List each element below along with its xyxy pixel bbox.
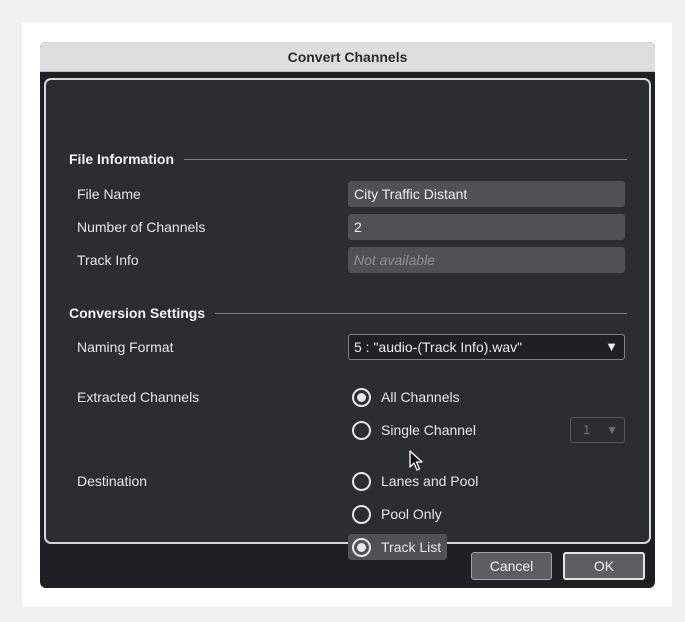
radio-unselected-icon bbox=[352, 471, 371, 491]
file-information-heading: File Information bbox=[69, 151, 174, 167]
file-information-section: File Information bbox=[69, 149, 627, 169]
single-channel-label: Single Channel bbox=[381, 422, 476, 438]
number-of-channels-label: Number of Channels bbox=[77, 219, 206, 235]
pool-only-radio[interactable]: Pool Only bbox=[348, 501, 448, 527]
cancel-button[interactable]: Cancel bbox=[471, 552, 552, 580]
track-list-radio[interactable]: Track List bbox=[348, 534, 448, 560]
conversion-settings-heading: Conversion Settings bbox=[69, 305, 206, 321]
file-name-field[interactable]: City Traffic Distant bbox=[348, 181, 625, 207]
settings-panel: File Information File Name City Traffic … bbox=[44, 78, 651, 560]
radio-selected-icon bbox=[352, 387, 371, 407]
all-channels-label: All Channels bbox=[381, 389, 460, 405]
track-list-label: Track List bbox=[381, 539, 442, 555]
section-divider bbox=[215, 312, 627, 314]
ok-button[interactable]: OK bbox=[563, 552, 645, 580]
naming-format-label: Naming Format bbox=[77, 339, 174, 355]
track-info-label: Track Info bbox=[77, 252, 139, 268]
convert-channels-dialog: Convert Channels File Information File N… bbox=[40, 42, 655, 588]
section-divider bbox=[184, 158, 627, 160]
track-info-field: Not available bbox=[348, 247, 625, 273]
destination-label: Destination bbox=[77, 473, 148, 489]
single-channel-value: 1 bbox=[583, 422, 591, 437]
radio-unselected-icon bbox=[352, 420, 371, 440]
number-of-channels-field[interactable]: 2 bbox=[348, 214, 625, 240]
file-name-label: File Name bbox=[77, 186, 141, 202]
lanes-and-pool-label: Lanes and Pool bbox=[381, 473, 479, 489]
naming-format-select[interactable]: 5 : "audio-(Track Info).wav" ▼ bbox=[348, 334, 625, 360]
single-channel-select: 1 ▼ bbox=[570, 417, 625, 443]
chevron-down-icon: ▼ bbox=[606, 423, 618, 437]
radio-unselected-icon bbox=[352, 504, 371, 524]
mouse-cursor-icon bbox=[409, 450, 423, 471]
pool-only-label: Pool Only bbox=[381, 506, 442, 522]
radio-selected-icon bbox=[352, 537, 371, 557]
all-channels-radio[interactable]: All Channels bbox=[348, 384, 466, 410]
extracted-channels-label: Extracted Channels bbox=[77, 389, 200, 405]
naming-format-value: 5 : "audio-(Track Info).wav" bbox=[354, 339, 523, 355]
single-channel-radio[interactable]: Single Channel bbox=[348, 417, 482, 443]
chevron-down-icon: ▼ bbox=[605, 339, 618, 354]
conversion-settings-section: Conversion Settings bbox=[69, 303, 627, 323]
dialog-title: Convert Channels bbox=[40, 42, 655, 72]
